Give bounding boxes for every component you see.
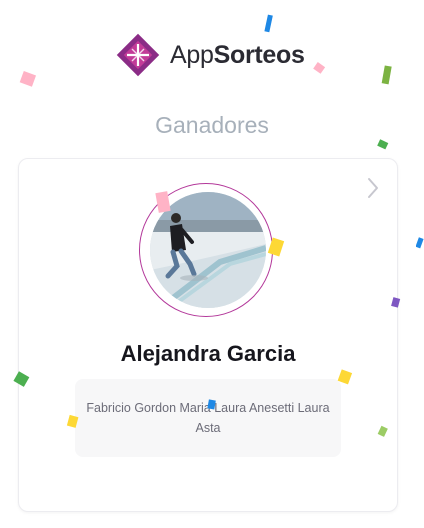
confetti-piece [377,139,389,150]
appsorteos-logo-icon [116,33,160,77]
confetti-piece [416,237,424,249]
confetti-piece [19,71,37,87]
participants-box: Fabricio Gordon Maria Laura Anesetti Lau… [75,379,341,457]
confetti-piece [313,62,326,74]
brand-name-bold: Sorteos [213,40,305,69]
confetti-piece [377,425,388,437]
brand-name: AppSorteos [170,41,305,70]
confetti-piece [66,414,79,428]
confetti-piece [13,371,30,387]
confetti-piece [264,14,273,33]
brand-name-regular: App [170,40,214,69]
brand: AppSorteos [116,33,305,77]
confetti-piece [267,237,285,257]
chevron-right-icon [368,178,378,198]
confetti-piece [381,65,392,85]
winner-name: Alejandra Garcia [120,341,296,366]
confetti-piece [337,369,353,385]
winner-card: Alejandra Garcia Fabricio Gordon Maria L… [18,158,398,512]
confetti-piece [391,297,401,308]
section-title: Ganadores [155,112,269,138]
confetti-piece [207,399,216,410]
next-winner-button[interactable] [363,175,383,201]
confetti-piece [155,191,171,213]
